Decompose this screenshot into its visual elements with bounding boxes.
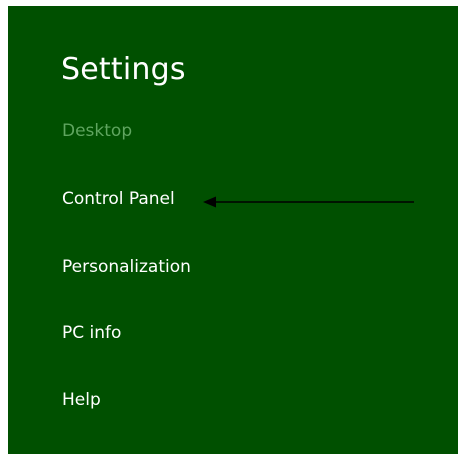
settings-charm-panel: Settings Desktop Control Panel Personali… [8, 6, 458, 454]
arrow-left-icon [203, 196, 414, 208]
menu-item-control-panel[interactable]: Control Panel [62, 189, 175, 209]
menu-item-pc-info[interactable]: PC info [62, 323, 121, 343]
menu-item-personalization[interactable]: Personalization [62, 257, 191, 277]
menu-item-help[interactable]: Help [62, 390, 101, 410]
settings-menu: Control Panel Personalization PC info He… [8, 6, 458, 454]
